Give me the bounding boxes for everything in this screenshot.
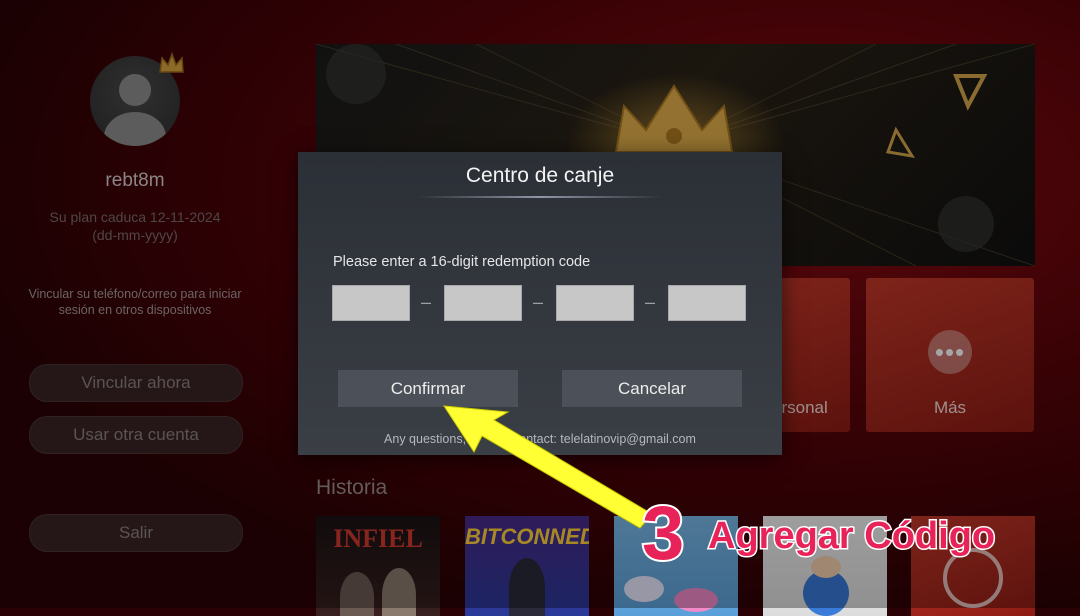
step-number: 3 <box>640 491 686 576</box>
step-label: Agregar Código <box>706 514 996 559</box>
